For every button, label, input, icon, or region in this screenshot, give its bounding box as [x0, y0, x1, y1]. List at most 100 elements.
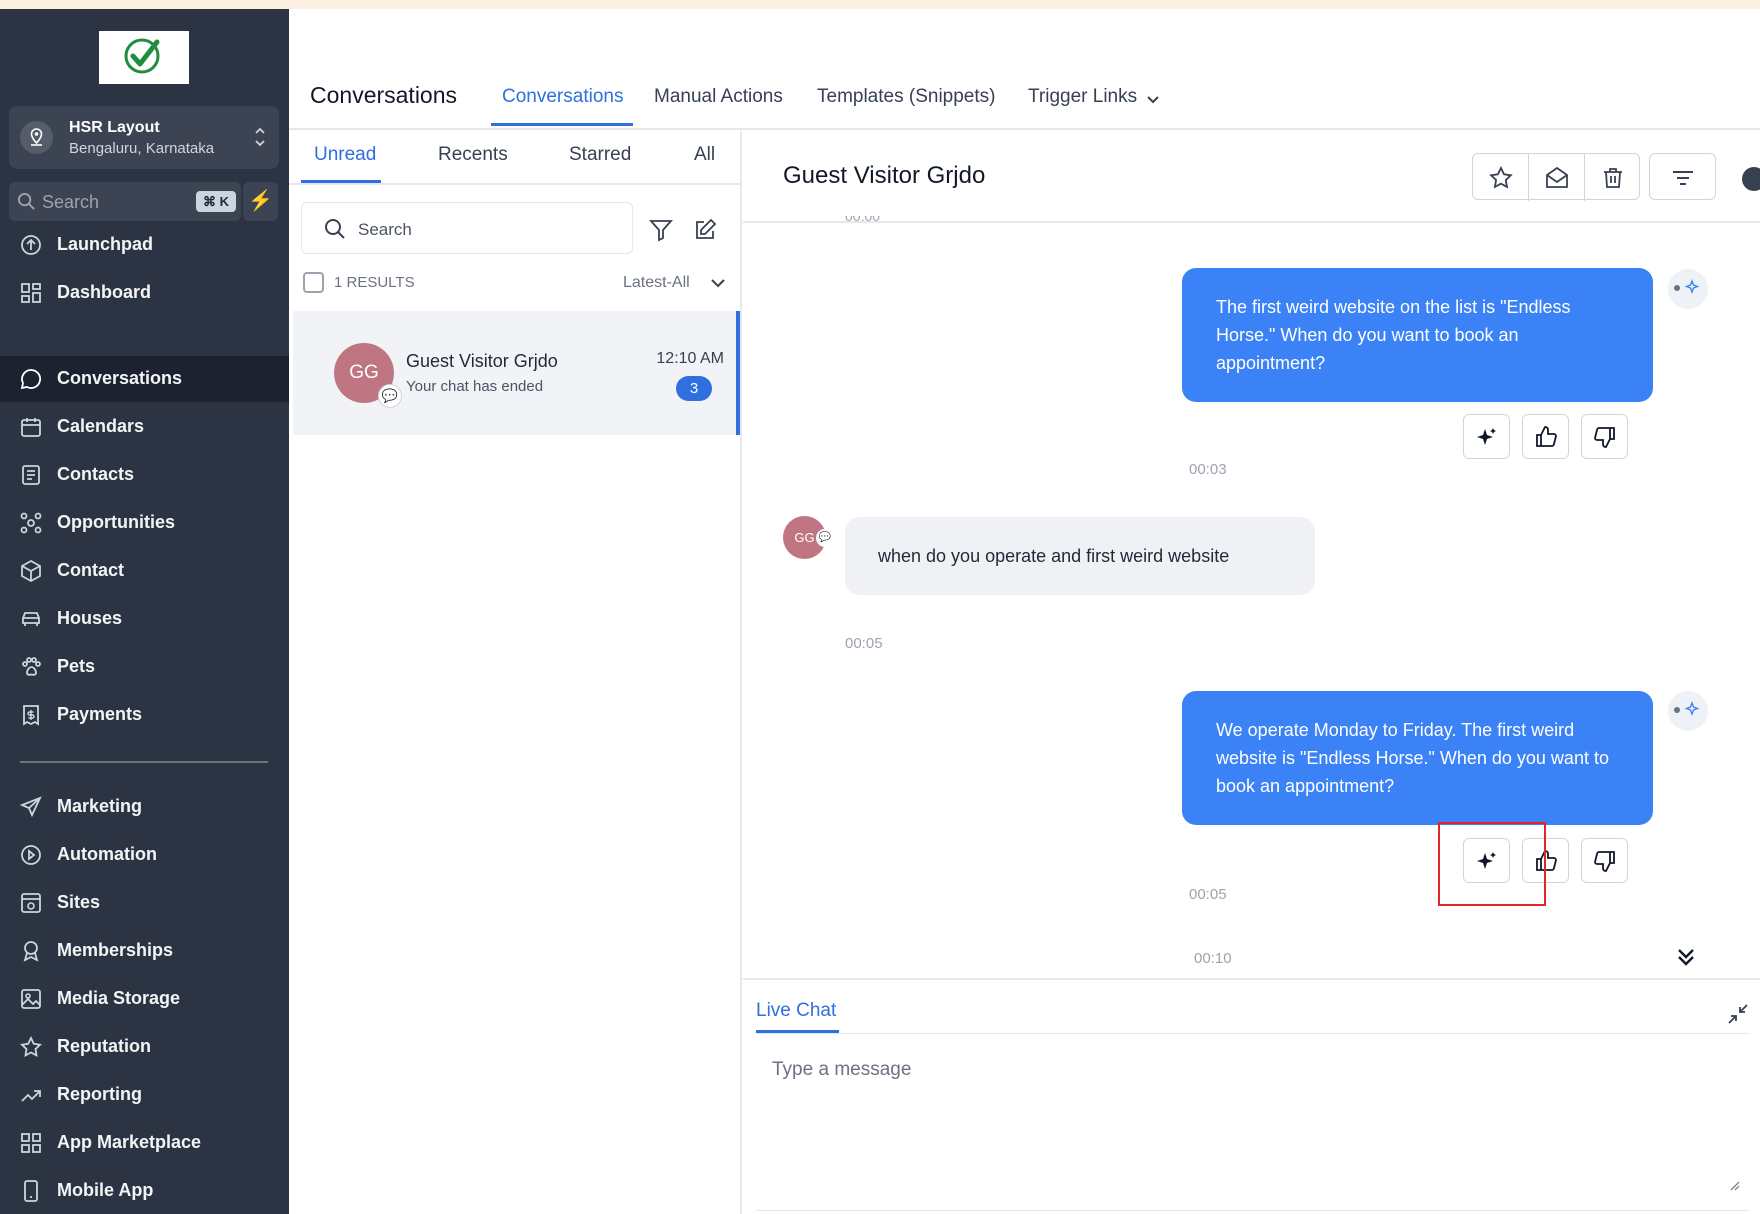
- thumbs-down-icon: [1594, 851, 1615, 872]
- chevron-down-icon[interactable]: [1146, 92, 1160, 106]
- page-title: Conversations: [310, 82, 458, 108]
- sidebar-item-label: App Marketplace: [57, 1132, 202, 1152]
- thumbs-down-button[interactable]: [1581, 414, 1628, 459]
- filter-icon[interactable]: [648, 217, 674, 243]
- tab-recents[interactable]: Recents: [438, 144, 508, 166]
- chat-filter-menu-button[interactable]: [1649, 153, 1716, 200]
- payments-icon: [23, 705, 39, 726]
- scroll-to-bottom-icon[interactable]: [1672, 943, 1700, 971]
- thumbs-up-button[interactable]: [1522, 414, 1569, 459]
- sidebar-item-contact[interactable]: Contact: [0, 548, 289, 594]
- badge-icon: [23, 941, 39, 962]
- sidebar: HSR Layout Bengaluru, Karnataka Search ⌘…: [0, 9, 289, 1214]
- star-icon: [20, 1035, 42, 1058]
- sidebar-item-automation[interactable]: Automation: [0, 832, 289, 878]
- tab-live-chat[interactable]: Live Chat: [756, 1000, 836, 1022]
- tab-all[interactable]: All: [694, 144, 715, 166]
- phone-icon: [24, 1180, 38, 1202]
- timestamp: 00:10: [1194, 950, 1232, 967]
- tab-manual-actions[interactable]: Manual Actions: [654, 86, 783, 108]
- chat-icon: [20, 369, 42, 390]
- message-bubble-incoming: when do you operate and first weird webs…: [845, 517, 1315, 595]
- collapse-icon[interactable]: [1727, 1003, 1749, 1025]
- location-switcher[interactable]: HSR Layout Bengaluru, Karnataka: [9, 106, 279, 169]
- sidebar-item-label: Mobile App: [57, 1180, 154, 1200]
- sidebar-item-memberships[interactable]: Memberships: [0, 928, 289, 974]
- divider: [1584, 154, 1585, 201]
- collapse-panel-icon[interactable]: [1742, 167, 1760, 191]
- timestamp: 00:05: [1189, 886, 1227, 903]
- sidebar-item-payments[interactable]: Payments: [0, 692, 289, 738]
- tab-trigger-links[interactable]: Trigger Links: [1028, 86, 1137, 108]
- car-icon: [22, 612, 40, 626]
- opportunities-icon: [20, 512, 42, 534]
- launchpad-icon: [21, 235, 41, 255]
- box-icon: [21, 559, 41, 583]
- active-tab-indicator: [491, 123, 633, 126]
- mark-read-envelope-icon[interactable]: [1544, 165, 1570, 191]
- select-all-checkbox[interactable]: [303, 272, 324, 293]
- trash-icon[interactable]: [1600, 165, 1626, 191]
- chevron-updown-icon: [255, 127, 265, 147]
- sidebar-item-media-storage[interactable]: Media Storage: [0, 976, 289, 1022]
- message-input[interactable]: Type a message: [772, 1059, 911, 1081]
- sidebar-item-contacts[interactable]: Contacts: [0, 452, 289, 498]
- results-count: 1 RESULTS: [334, 274, 415, 291]
- sidebar-item-pets[interactable]: Pets: [0, 644, 289, 690]
- sidebar-item-label: Contact: [57, 560, 124, 580]
- tab-templates[interactable]: Templates (Snippets): [817, 86, 995, 108]
- divider: [756, 1033, 1749, 1034]
- chat-actions-group: [1472, 153, 1640, 201]
- resize-handle-icon[interactable]: [1728, 1179, 1740, 1191]
- search-placeholder: Search: [358, 220, 412, 239]
- sidebar-item-label: Contacts: [57, 464, 135, 484]
- chevron-down-icon[interactable]: [710, 275, 726, 291]
- chat-channel-icon: 💬: [816, 529, 834, 547]
- conversation-list-panel: Unread Recents Starred All Search 1 RESU…: [289, 131, 742, 1214]
- sidebar-item-mobile-app[interactable]: Mobile App: [0, 1168, 289, 1214]
- sort-dropdown[interactable]: Latest-All: [623, 274, 690, 292]
- chat-channel-icon: 💬: [378, 384, 402, 408]
- sidebar-item-conversations[interactable]: Conversations: [0, 356, 289, 402]
- sidebar-item-houses[interactable]: Houses: [0, 596, 289, 642]
- divider: [743, 978, 1760, 980]
- sidebar-item-reporting[interactable]: Reporting: [0, 1072, 289, 1118]
- message-bubble-outgoing: We operate Monday to Friday. The first w…: [1182, 691, 1653, 825]
- ai-suggest-button[interactable]: [1463, 414, 1510, 459]
- tab-starred[interactable]: Starred: [569, 144, 631, 166]
- logo: [99, 31, 189, 84]
- star-icon[interactable]: [1488, 165, 1514, 191]
- thumbs-down-button[interactable]: [1581, 838, 1628, 883]
- conversation-time: 12:10 AM: [656, 350, 724, 367]
- tab-conversations[interactable]: Conversations: [502, 86, 623, 108]
- sidebar-search[interactable]: Search ⌘ K: [9, 182, 241, 221]
- timestamp: 00:05: [845, 635, 883, 652]
- sidebar-item-app-marketplace[interactable]: App Marketplace: [0, 1120, 289, 1166]
- tab-unread[interactable]: Unread: [314, 144, 376, 166]
- compose-icon[interactable]: [692, 217, 718, 243]
- sidebar-item-dashboard[interactable]: Dashboard: [0, 270, 289, 316]
- conversation-search-input[interactable]: Search: [301, 202, 633, 254]
- sidebar-item-label: Calendars: [57, 416, 145, 436]
- sidebar-search-placeholder: Search: [42, 192, 100, 212]
- sidebar-item-calendars[interactable]: Calendars: [0, 404, 289, 450]
- sidebar-item-label: Houses: [57, 608, 123, 628]
- divider: [1528, 154, 1529, 201]
- sidebar-item-sites[interactable]: Sites: [0, 880, 289, 926]
- sidebar-divider: [20, 761, 268, 763]
- quick-action-bolt-icon[interactable]: ⚡: [243, 182, 278, 221]
- location-pin-icon: [20, 121, 53, 154]
- conversation-list-item[interactable]: GG 💬 Guest Visitor Grjdo Your chat has e…: [293, 311, 740, 435]
- thumbs-down-icon: [1594, 427, 1615, 448]
- sidebar-item-reputation[interactable]: Reputation: [0, 1024, 289, 1070]
- message-preview: Your chat has ended: [406, 378, 544, 395]
- divider: [756, 1210, 1749, 1211]
- contacts-icon: [22, 465, 40, 485]
- sidebar-item-marketing[interactable]: Marketing: [0, 784, 289, 830]
- sidebar-item-opportunities[interactable]: Opportunities: [0, 500, 289, 546]
- ai-bot-indicator-icon: [1668, 691, 1708, 731]
- chat-contact-name: Guest Visitor Grjdo: [783, 162, 986, 189]
- sidebar-item-launchpad[interactable]: Launchpad: [0, 222, 289, 268]
- sidebar-item-label: Automation: [57, 844, 157, 864]
- paw-icon: [22, 657, 41, 676]
